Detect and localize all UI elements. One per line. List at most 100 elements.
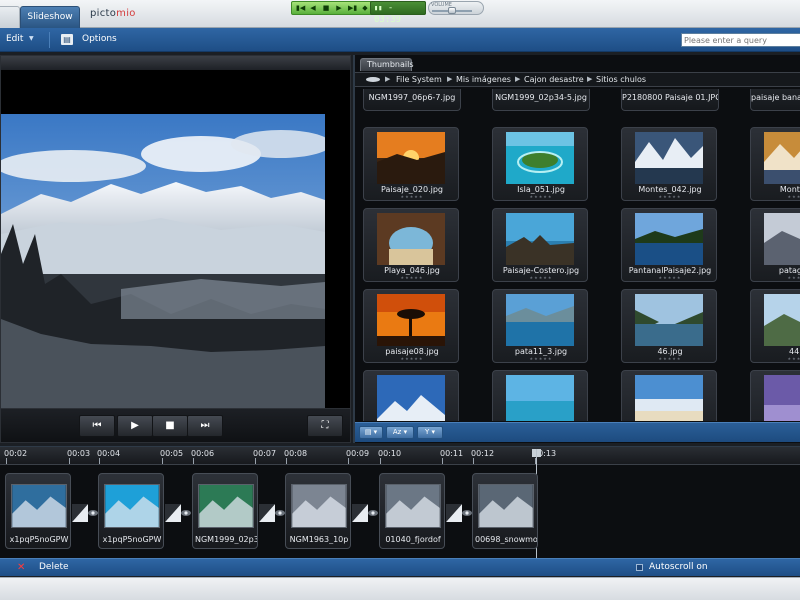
previous-slide-button[interactable]: ⏮: [79, 415, 115, 437]
thumbnail-item[interactable]: NGM1999_02p34-5.jpg: [492, 89, 590, 111]
rating-stars[interactable]: ★★★★★: [364, 194, 460, 199]
autoscroll-checkbox[interactable]: [636, 564, 643, 571]
breadcrumb-item[interactable]: Sitios chulos: [596, 75, 646, 84]
breadcrumb-item[interactable]: Cajon desastre: [524, 75, 584, 84]
tab-previous[interactable]: [0, 6, 20, 28]
breadcrumb-separator: ▶: [447, 75, 453, 83]
rating-stars[interactable]: ★★★★★: [622, 356, 718, 361]
thumbnail-item[interactable]: [750, 370, 800, 421]
thumbnail-item[interactable]: patagonia★★★★★: [750, 208, 800, 282]
thumbnail-item[interactable]: Playa_046.jpg ★★★★★: [363, 208, 459, 282]
time-ruler[interactable]: 00:02 00:03 00:04 00:05 00:06 00:07 00:08 00:09…: [0, 447, 800, 465]
tick-label: 00:07: [253, 449, 277, 458]
tab-slideshow[interactable]: Slideshow: [20, 6, 80, 28]
transition-icon[interactable]: [446, 504, 474, 522]
thumbnail-item[interactable]: [492, 370, 588, 421]
thumbnail-caption: Montes_042.jpg: [638, 185, 702, 194]
filter-button[interactable]: Y ▾: [417, 426, 443, 439]
tick-label: 00:06: [191, 449, 215, 458]
timeline-clip[interactable]: x1pqP5noGPW: [98, 473, 164, 549]
rating-stars[interactable]: ★★★★★: [493, 194, 589, 199]
tab-thumbnails[interactable]: Thumbnails: [360, 58, 413, 71]
thumbnail-item[interactable]: pata11_3.jpg ★★★★★: [492, 289, 588, 363]
thumbnail-item[interactable]: 44.jp★★★★★: [750, 289, 800, 363]
rating-stars[interactable]: ★★★★★: [751, 356, 800, 361]
autoscroll-label[interactable]: Autoscroll on: [649, 562, 708, 572]
thumbnail-item[interactable]: Isla_051.jpg ★★★★★: [492, 127, 588, 201]
timeline-clip[interactable]: x1pqP5noGPW: [5, 473, 71, 549]
breadcrumb-item[interactable]: File System: [396, 75, 442, 84]
sort-button[interactable]: Az ▾: [386, 426, 414, 439]
thumbnail-image: [506, 213, 574, 265]
fullscreen-button[interactable]: ⛶: [307, 415, 343, 437]
delete-button[interactable]: Delete: [39, 562, 69, 572]
thumbnail-caption: 46.jpg: [657, 347, 683, 356]
play-icon[interactable]: ▶: [335, 4, 343, 12]
thumbnail-item[interactable]: Paisaje-Costero.jpg ★★★★★: [492, 208, 588, 282]
rating-stars[interactable]: ★★★★★: [622, 275, 718, 280]
breadcrumb-separator: ▶: [515, 75, 521, 83]
menu-edit[interactable]: Edit: [6, 34, 23, 44]
view-mode-button[interactable]: ▤ ▾: [359, 426, 383, 439]
disk-icon: [366, 77, 380, 82]
pause-icon[interactable]: ▮▮: [374, 4, 382, 12]
transition-icon[interactable]: [165, 504, 193, 522]
transition-icon[interactable]: [352, 504, 380, 522]
skip-end-icon[interactable]: ▶▮: [348, 4, 357, 12]
rating-stars[interactable]: ★★★★★: [364, 275, 460, 280]
next-slide-button[interactable]: ⏭: [187, 415, 223, 437]
thumbnail-item[interactable]: NGM1997_06p6-7.jpg: [363, 89, 461, 111]
tick-mark: [348, 458, 349, 464]
thumbnail-item[interactable]: PantanalPaisaje2.jpg ★★★★★: [621, 208, 717, 282]
rating-stars[interactable]: ★★★★★: [493, 275, 589, 280]
menu-options[interactable]: Options: [82, 34, 117, 44]
transition-icon[interactable]: [72, 504, 100, 522]
delete-icon[interactable]: ✕: [17, 562, 25, 573]
rating-stars[interactable]: ★★★★★: [493, 356, 589, 361]
stop-icon[interactable]: ■: [322, 4, 330, 12]
breadcrumb-item[interactable]: Mis imágenes: [456, 75, 511, 84]
thumbnail-item[interactable]: Montes_0★★★★★: [750, 127, 800, 201]
tick-mark: [193, 458, 194, 464]
thumbnail-image: [635, 294, 703, 346]
tick-label: 00:08: [284, 449, 308, 458]
thumbnail-item[interactable]: paisaje banado: [750, 89, 800, 111]
play-button[interactable]: ▶: [117, 415, 153, 437]
rating-stars[interactable]: ★★★★★: [364, 356, 460, 361]
breadcrumb: ▶ File System ▶ Mis imágenes ▶ Cajon des…: [355, 72, 800, 87]
stop-button[interactable]: ■: [152, 415, 188, 437]
logo-accent: mio: [116, 8, 136, 19]
thumbnail-item[interactable]: Paisaje_020.jpg ★★★★★: [363, 127, 459, 201]
rewind-icon[interactable]: ◀: [309, 4, 317, 12]
thumbnail-item[interactable]: Montes_042.jpg ★★★★★: [621, 127, 717, 201]
thumbnail-item[interactable]: P2180800 Paisaje 01.JPG: [621, 89, 719, 111]
timeline-clip[interactable]: NGM1999_02p3: [192, 473, 258, 549]
play-icon: ▶: [131, 420, 139, 431]
rating-stars[interactable]: ★★★★★: [622, 194, 718, 199]
tick-label: 00:04: [97, 449, 121, 458]
fullscreen-icon: ⛶: [321, 420, 329, 431]
timeline-clip[interactable]: 01040_fjordof: [379, 473, 445, 549]
thumbnail-item[interactable]: 46.jpg ★★★★★: [621, 289, 717, 363]
clip-caption: x1pqP5noGPW: [9, 535, 69, 544]
options-icon[interactable]: ▤: [61, 34, 73, 45]
timeline-clip[interactable]: 00698_snowmo: [472, 473, 538, 549]
rating-stars[interactable]: ★★★★★: [751, 275, 800, 280]
thumbnail-caption: Paisaje_020.jpg: [381, 185, 443, 194]
rating-stars[interactable]: ★★★★★: [751, 194, 800, 199]
transition-icon[interactable]: [259, 504, 287, 522]
search-input[interactable]: [681, 33, 800, 47]
thumbnail-item[interactable]: [621, 370, 717, 421]
record-icon[interactable]: ◆: [361, 4, 369, 12]
timeline-clip[interactable]: NGM1963_10p: [285, 473, 351, 549]
breadcrumb-separator: ▶: [587, 75, 593, 83]
thumbnail-item[interactable]: paisaje08.jpg ★★★★★: [363, 289, 459, 363]
thumbnail-item[interactable]: [363, 370, 459, 421]
skip-start-icon[interactable]: ▮◀: [296, 4, 305, 12]
chevron-down-icon[interactable]: ▼: [29, 35, 34, 42]
tick-mark: [69, 458, 70, 464]
thumbnail-image: [506, 375, 574, 421]
volume-control[interactable]: VOLUME: [428, 1, 484, 15]
thumbnail-image: [377, 132, 445, 184]
volume-knob[interactable]: [448, 7, 456, 14]
